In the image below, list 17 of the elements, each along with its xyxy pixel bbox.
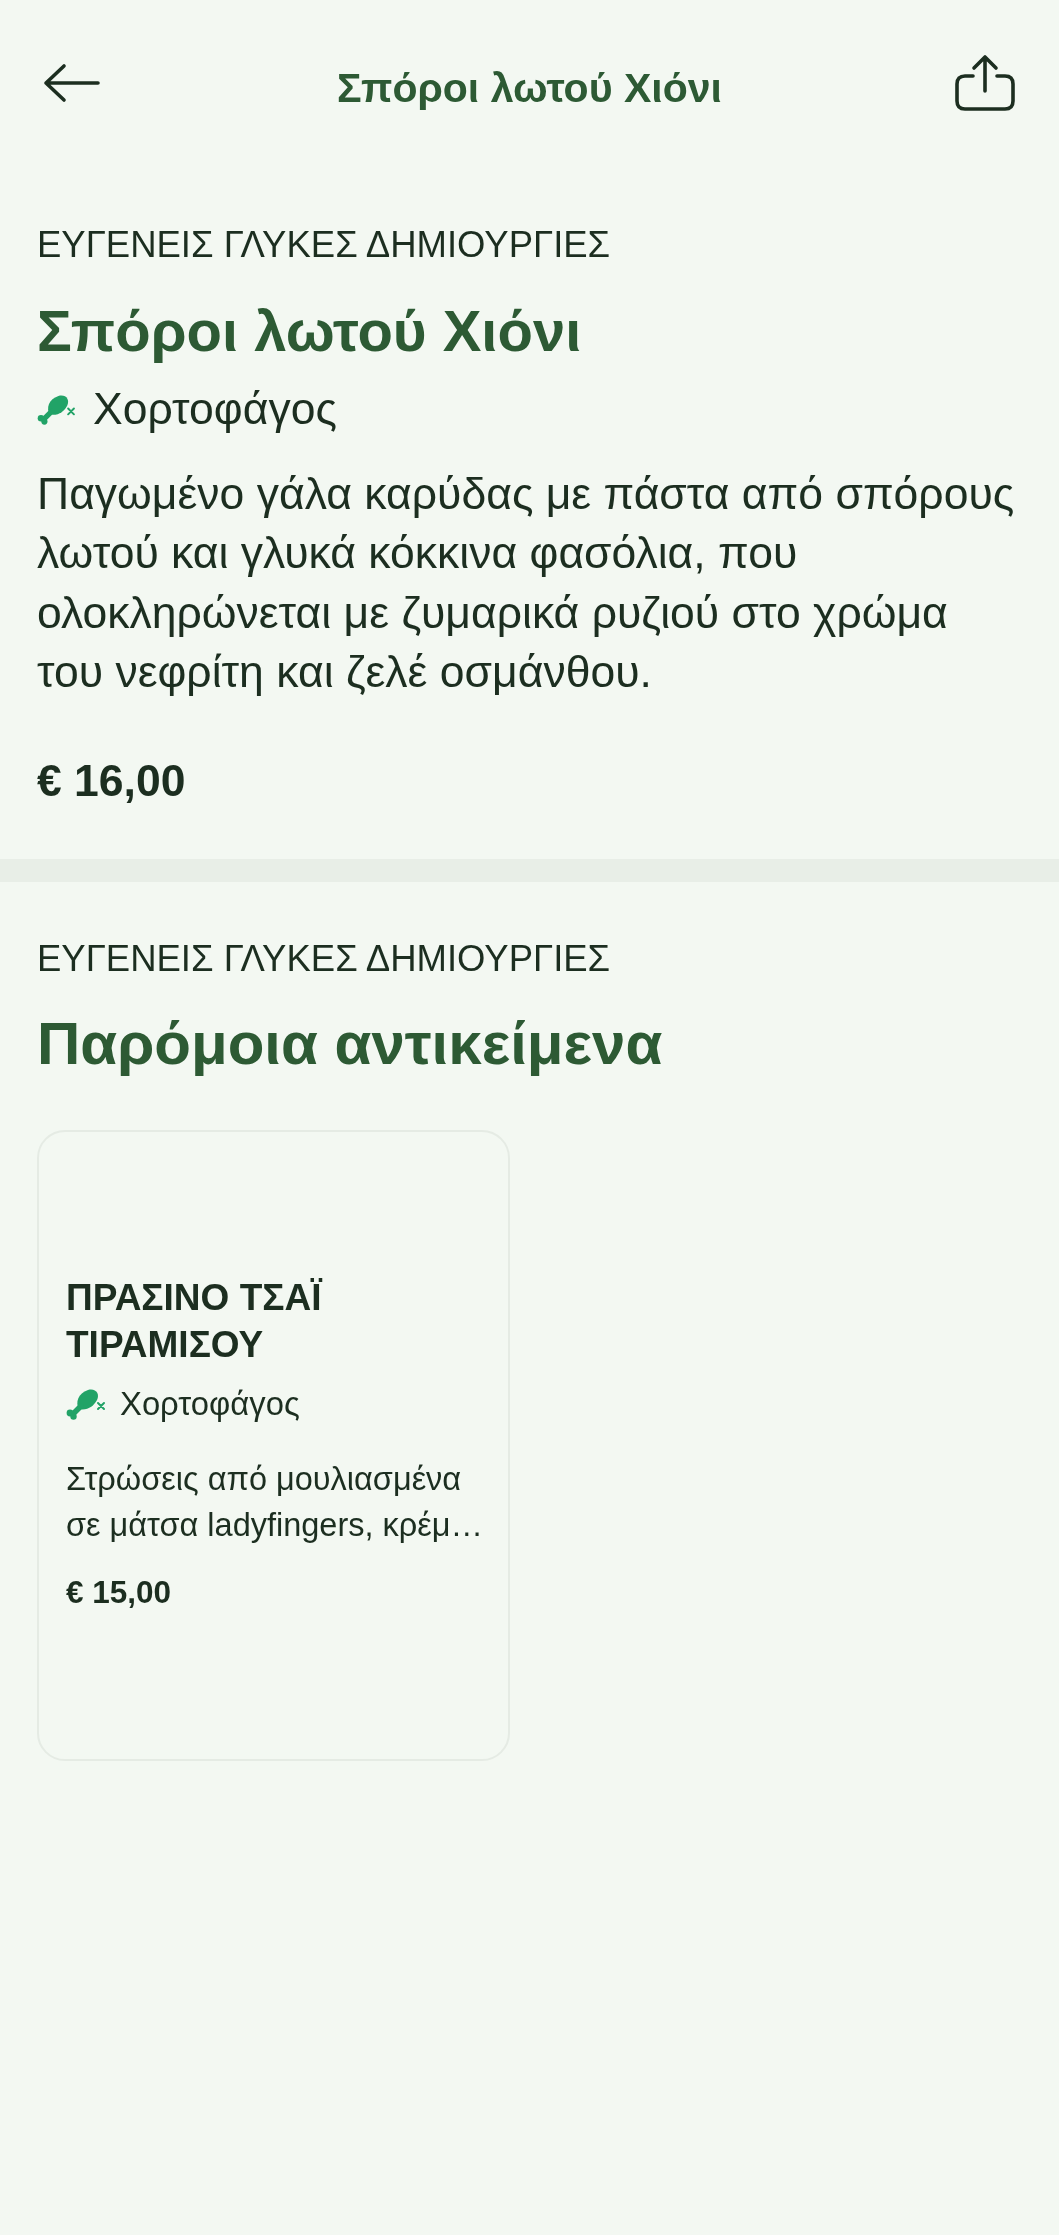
section-title: Παρόμοια αντικείμενα	[37, 1010, 663, 1076]
product-card[interactable]: ΠΡΑΣΙΝΟ ΤΣΑΪ ΤΙΡΑΜΙΣΟΥ Χορτοφάγος Στρώσεις από μουλιασμένα σε μάτσα ladyfingers, κρέμ… € 15,00	[37, 1129, 510, 1761]
product-title: Σπόροι λωτού Χιόνι	[37, 298, 582, 363]
product-price: € 16,00	[37, 755, 186, 806]
back-button[interactable]	[43, 63, 101, 103]
diet-label: Χορτοφάγος	[93, 384, 337, 434]
card-title: ΠΡΑΣΙΝΟ ΤΣΑΪ ΤΙΡΑΜΙΣΟΥ	[66, 1275, 324, 1367]
drumstick-icon	[66, 1387, 106, 1420]
diet-label: Χορτοφάγος	[120, 1383, 300, 1424]
drumstick-icon	[37, 393, 76, 425]
page-title: Σπόροι λωτού Χιόνι	[337, 64, 722, 112]
product-description: Παγωμένο γάλα καρύδας με πάστα από σπόρους λωτού και γλυκά κόκκινα φασόλια, που ολοκληρώνεται με ζυμαρικά ρυζιού στο χρώμα του νεφρίτη και ζελέ οσμάνθου.	[37, 468, 1016, 699]
category-label: ΕΥΓΕΝΕΙΣ ΓΛΥΚΕΣ ΔΗΜΙΟΥΡΓΙΕΣ	[37, 223, 611, 266]
category-label: ΕΥΓΕΝΕΙΣ ΓΛΥΚΕΣ ΔΗΜΙΟΥΡΓΙΕΣ	[37, 936, 611, 980]
share-button[interactable]	[954, 54, 1016, 112]
card-price: € 15,00	[66, 1572, 172, 1612]
card-description: Στρώσεις από μουλιασμένα σε μάτσα ladyfingers, κρέμ…	[66, 1459, 485, 1545]
